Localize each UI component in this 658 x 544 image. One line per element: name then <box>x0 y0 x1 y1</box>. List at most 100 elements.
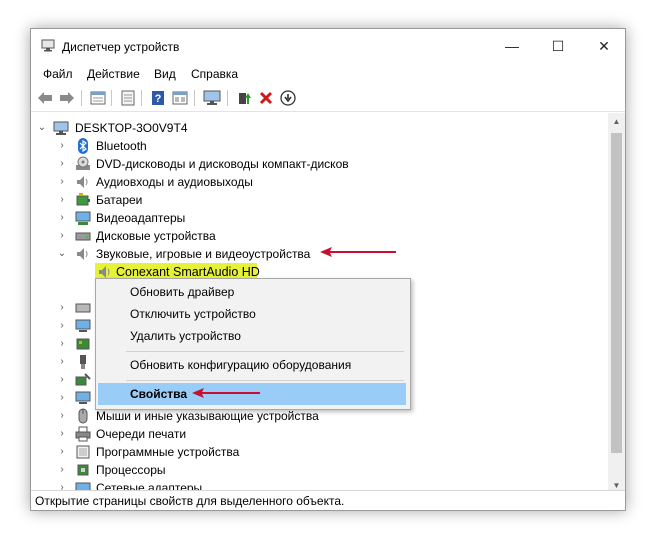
expand-chevron-icon[interactable]: › <box>57 409 67 423</box>
add-driver-button[interactable] <box>235 89 253 107</box>
collapse-chevron-icon[interactable]: ⌄ <box>57 247 67 261</box>
forward-button[interactable] <box>58 89 76 107</box>
expand-chevron-icon[interactable]: › <box>57 211 67 225</box>
tree-item-software-devices[interactable]: › Программные устройства <box>31 443 609 461</box>
expand-chevron-icon[interactable]: › <box>57 229 67 243</box>
tree-item-label: Conexant SmartAudio HD <box>116 265 260 279</box>
tree-item-label: Мыши и иные указывающие устройства <box>96 409 319 423</box>
download-button[interactable] <box>279 89 297 107</box>
menu-item-scan-hardware[interactable]: Обновить конфигурацию оборудования <box>98 354 406 376</box>
printer-icon <box>75 426 91 442</box>
expand-chevron-icon[interactable]: › <box>57 427 67 441</box>
expand-chevron-icon[interactable]: › <box>57 139 67 153</box>
tree-item-disk-drives[interactable]: › Дисковые устройства <box>31 227 609 245</box>
menu-help[interactable]: Справка <box>191 67 238 81</box>
update-button[interactable] <box>119 89 137 107</box>
svg-text:?: ? <box>155 93 162 105</box>
network-icon <box>76 338 90 350</box>
window-title: Диспетчер устройств <box>62 40 180 54</box>
menu-item-disable-device[interactable]: Отключить устройство <box>98 303 406 325</box>
tree-item-dvd[interactable]: › DVD-дисководы и дисководы компакт-диск… <box>31 155 609 173</box>
menu-file[interactable]: Файл <box>43 67 73 81</box>
expand-chevron-icon[interactable]: › <box>57 193 67 207</box>
tree-item-video-adapters[interactable]: › Видеоадаптеры <box>31 209 609 227</box>
usb-icon <box>80 355 86 369</box>
toolbar: ? <box>31 85 625 112</box>
menu-item-update-driver[interactable]: Обновить драйвер <box>98 281 406 303</box>
title-bar: Диспетчер устройств — ☐ ✕ <box>31 29 625 63</box>
status-text: Открытие страницы свойств для выделенног… <box>35 494 345 508</box>
expand-chevron-icon[interactable]: › <box>57 355 67 369</box>
view-button[interactable] <box>171 89 189 107</box>
software-device-icon <box>76 445 90 459</box>
properties-button[interactable] <box>89 89 107 107</box>
tree-item-label: Аудиовходы и аудиовыходы <box>96 175 253 189</box>
expand-chevron-icon[interactable]: › <box>57 319 67 333</box>
annotation-arrow-icon <box>320 247 396 257</box>
toolbar-separator <box>81 90 82 106</box>
menu-action[interactable]: Действие <box>87 67 140 81</box>
add-driver-icon <box>239 93 251 104</box>
menu-item-label: Свойства <box>130 387 188 401</box>
tree-item-bluetooth[interactable]: › Bluetooth <box>31 137 609 155</box>
tree-item-label: Дисковые устройства <box>96 229 216 243</box>
tree-item-label: Видеоадаптеры <box>96 211 186 225</box>
tree-item-label: Звуковые, игровые и видеоустройства <box>96 247 311 261</box>
toolbar-separator <box>111 90 112 106</box>
tree-item-print-queues[interactable]: › Очереди печати <box>31 425 609 443</box>
tree-item-audio-io[interactable]: › Аудиовходы и аудиовыходы <box>31 173 609 191</box>
computer-icon <box>53 121 69 135</box>
collapse-chevron-icon[interactable]: ⌄ <box>37 121 47 135</box>
expand-chevron-icon[interactable]: › <box>57 157 67 171</box>
minimize-icon: — <box>505 38 519 54</box>
display-adapter-icon <box>75 211 91 225</box>
bluetooth-icon <box>78 138 88 154</box>
menu-bar: Файл Действие Вид Справка <box>31 63 625 85</box>
expand-chevron-icon[interactable]: › <box>57 391 67 405</box>
back-button[interactable] <box>36 89 54 107</box>
menu-item-uninstall-device[interactable]: Удалить устройство <box>98 325 406 347</box>
help-button[interactable]: ? <box>149 89 167 107</box>
monitor-icon <box>75 319 91 332</box>
tree-root[interactable]: ⌄ DESKTOP-3O0V9T4 <box>31 119 609 137</box>
menu-item-label: Удалить устройство <box>130 329 241 343</box>
tree-item-label: Bluetooth <box>96 139 147 153</box>
tree-item-batteries[interactable]: › Батареи <box>31 191 609 209</box>
menu-view[interactable]: Вид <box>154 67 176 81</box>
minimize-button[interactable]: — <box>489 29 535 63</box>
toolbar-separator <box>141 90 142 106</box>
forward-icon <box>60 92 74 104</box>
expand-chevron-icon[interactable]: › <box>57 463 67 477</box>
cpu-icon <box>77 464 89 476</box>
mouse-icon <box>78 408 88 424</box>
download-icon <box>280 90 296 106</box>
tree-item-processors[interactable]: › Процессоры <box>31 461 609 479</box>
expand-chevron-icon[interactable]: › <box>57 445 67 459</box>
battery-icon <box>76 193 90 206</box>
tree-item-label: Процессоры <box>96 463 166 477</box>
remove-button[interactable] <box>257 89 275 107</box>
expand-chevron-icon[interactable]: › <box>57 175 67 189</box>
tree-root-label: DESKTOP-3O0V9T4 <box>75 121 188 135</box>
speaker-icon <box>77 176 88 188</box>
scroll-up-icon[interactable]: ▲ <box>608 113 625 130</box>
device-manager-window: Диспетчер устройств — ☐ ✕ Файл Действие … <box>30 28 626 511</box>
toolbar-separator <box>227 90 228 106</box>
close-icon: ✕ <box>598 37 610 54</box>
close-button[interactable]: ✕ <box>581 29 627 63</box>
controller-icon <box>75 373 91 386</box>
vertical-scrollbar[interactable]: ▲ ▼ <box>608 113 625 494</box>
remove-icon <box>259 91 273 105</box>
scan-button[interactable] <box>203 89 221 107</box>
generic-device-icon <box>75 303 91 313</box>
help-icon: ? <box>152 91 164 105</box>
expand-chevron-icon[interactable]: › <box>57 301 67 315</box>
properties-icon <box>90 91 106 105</box>
status-bar: Открытие страницы свойств для выделенног… <box>31 490 625 510</box>
scrollbar-thumb[interactable] <box>611 133 622 453</box>
maximize-button[interactable]: ☐ <box>535 29 581 63</box>
expand-chevron-icon[interactable]: › <box>57 337 67 351</box>
expand-chevron-icon[interactable]: › <box>57 373 67 387</box>
tree-item-label: DVD-дисководы и дисководы компакт-дисков <box>96 157 349 171</box>
dvd-icon <box>76 156 90 170</box>
